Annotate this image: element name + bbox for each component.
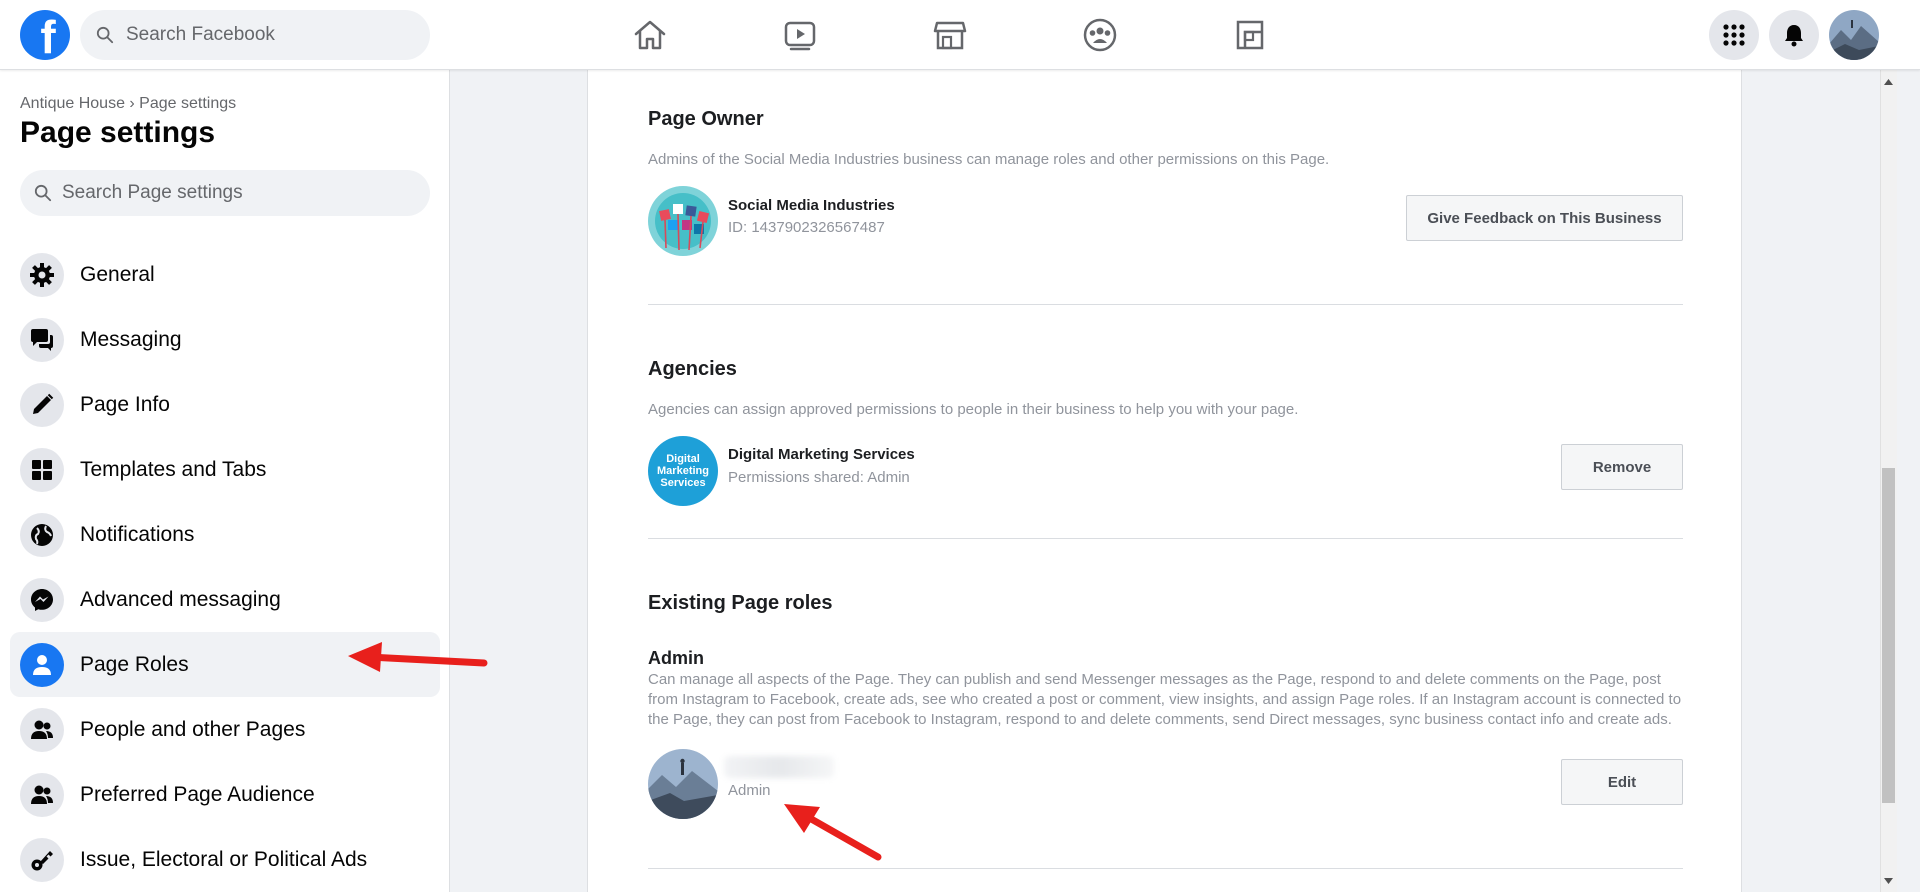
home-icon[interactable] bbox=[628, 14, 672, 56]
chat-bubbles-icon bbox=[20, 317, 64, 362]
agency-avatar[interactable]: Digital Marketing Services bbox=[648, 436, 718, 506]
sidebar-item-label: Page Info bbox=[80, 392, 170, 416]
facebook-logo[interactable]: f bbox=[20, 10, 70, 60]
scroll-down-arrow-icon[interactable] bbox=[1882, 874, 1895, 888]
settings-search-box[interactable] bbox=[20, 170, 430, 216]
agencies-title: Agencies bbox=[648, 358, 737, 380]
admin-role-description-line-1: Can manage all aspects of the Page. They… bbox=[648, 671, 1661, 688]
sidebar-item-label: Messaging bbox=[80, 327, 182, 351]
people-icon bbox=[20, 707, 64, 752]
sidebar-item-preferred-page-audience[interactable]: Preferred Page Audience bbox=[10, 762, 440, 827]
settings-menu: General Messaging Page Info Templates an… bbox=[10, 242, 440, 892]
menu-grid-icon[interactable] bbox=[1709, 10, 1759, 60]
existing-roles-title: Existing Page roles bbox=[648, 592, 833, 614]
scroll-up-arrow-icon[interactable] bbox=[1882, 75, 1895, 89]
sidebar-item-people-and-other-pages[interactable]: People and other Pages bbox=[10, 697, 440, 762]
admin-role-description-line-2: from Instagram to Facebook, create ads, … bbox=[648, 691, 1682, 708]
sidebar-item-label: Issue, Electoral or Political Ads bbox=[80, 847, 368, 871]
admin-role-description-line-3: the Page, they can post from Facebook to… bbox=[648, 711, 1672, 728]
profile-avatar[interactable] bbox=[1829, 10, 1879, 60]
gear-icon bbox=[20, 252, 64, 297]
sidebar-item-label: General bbox=[80, 262, 155, 286]
sidebar-item-templates-and-tabs[interactable]: Templates and Tabs bbox=[10, 437, 440, 502]
page-title: Page settings bbox=[20, 116, 216, 149]
marketplace-icon[interactable] bbox=[928, 14, 972, 56]
search-icon bbox=[96, 26, 114, 44]
globe-icon bbox=[20, 512, 64, 557]
pencil-icon bbox=[20, 382, 64, 427]
person-icon bbox=[20, 642, 64, 687]
page-owner-description: Admins of the Social Media Industries bu… bbox=[648, 151, 1330, 168]
sidebar-item-advanced-messaging[interactable]: Advanced messaging bbox=[10, 567, 440, 632]
sidebar-item-label: Page Roles bbox=[80, 652, 189, 676]
section-divider bbox=[648, 304, 1683, 305]
sidebar-item-label: Advanced messaging bbox=[80, 587, 281, 611]
member-role-label: Admin bbox=[728, 782, 771, 799]
section-divider bbox=[648, 868, 1683, 869]
agencies-description: Agencies can assign approved permissions… bbox=[648, 401, 1299, 418]
key-icon bbox=[20, 837, 64, 882]
settings-search-input[interactable] bbox=[62, 182, 402, 204]
admin-role-title: Admin bbox=[648, 648, 704, 668]
admin-member-avatar[interactable] bbox=[648, 749, 718, 819]
facebook-search-input[interactable] bbox=[126, 24, 406, 46]
sidebar-item-notifications[interactable]: Notifications bbox=[10, 502, 440, 567]
scrollbar-thumb[interactable] bbox=[1882, 468, 1895, 803]
sidebar-item-label: People and other Pages bbox=[80, 717, 306, 741]
grid-icon bbox=[20, 447, 64, 492]
blurred-member-name bbox=[724, 756, 834, 778]
agency-name[interactable]: Digital Marketing Services bbox=[728, 446, 915, 463]
agency-permissions: Permissions shared: Admin bbox=[728, 469, 910, 486]
sidebar-item-general[interactable]: General bbox=[10, 242, 440, 307]
give-feedback-button[interactable]: Give Feedback on This Business bbox=[1406, 195, 1683, 241]
groups-icon[interactable] bbox=[1078, 14, 1122, 56]
sidebar-item-label: Templates and Tabs bbox=[80, 457, 267, 481]
settings-sidebar: Antique House › Page settings Page setti… bbox=[0, 70, 450, 892]
sidebar-item-page-info[interactable]: Page Info bbox=[10, 372, 440, 437]
sidebar-item-label: Preferred Page Audience bbox=[80, 782, 315, 806]
facebook-search-box[interactable] bbox=[80, 10, 430, 60]
people-icon bbox=[20, 772, 64, 817]
business-avatar[interactable] bbox=[648, 186, 718, 256]
top-navigation-bar: f bbox=[0, 0, 1920, 70]
notifications-icon[interactable] bbox=[1769, 10, 1819, 60]
edit-role-button[interactable]: Edit bbox=[1561, 759, 1683, 805]
business-name[interactable]: Social Media Industries bbox=[728, 197, 895, 214]
page-owner-title: Page Owner bbox=[648, 108, 764, 130]
business-id: ID: 1437902326567487 bbox=[728, 219, 885, 236]
page-roles-card: Page Owner Admins of the Social Media In… bbox=[587, 70, 1742, 892]
messenger-icon bbox=[20, 577, 64, 622]
breadcrumb[interactable]: Antique House › Page settings bbox=[20, 95, 236, 113]
gaming-icon[interactable] bbox=[1228, 14, 1272, 56]
sidebar-item-page-roles[interactable]: Page Roles bbox=[10, 632, 440, 697]
watch-icon[interactable] bbox=[778, 14, 822, 56]
sidebar-item-political-ads[interactable]: Issue, Electoral or Political Ads bbox=[10, 827, 440, 892]
sidebar-item-label: Notifications bbox=[80, 522, 195, 546]
search-icon bbox=[34, 184, 52, 202]
section-divider bbox=[648, 538, 1683, 539]
sidebar-item-messaging[interactable]: Messaging bbox=[10, 307, 440, 372]
remove-agency-button[interactable]: Remove bbox=[1561, 444, 1683, 490]
